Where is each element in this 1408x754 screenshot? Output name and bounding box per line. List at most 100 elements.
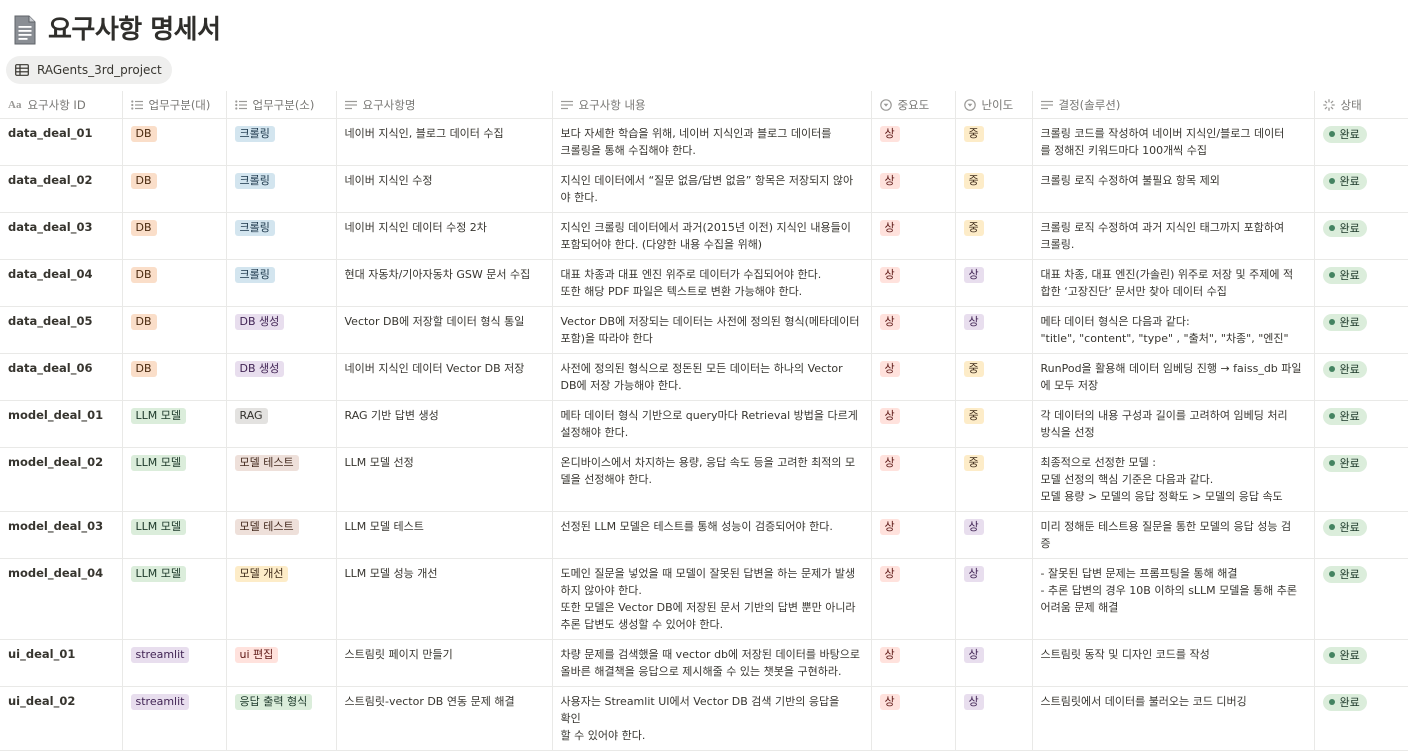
difficulty-cell[interactable]: 중 [955,400,1033,448]
requirement-content[interactable]: 선정된 LLM 모델은 테스트를 통해 성능이 검증되어야 한다. [552,511,872,559]
category-major-cell[interactable]: LLM 모델 [122,447,227,512]
category-major-cell[interactable]: LLM 모델 [122,511,227,559]
solution[interactable]: 각 데이터의 내용 구성과 길이를 고려하여 임베딩 처리 방식을 선정 [1032,400,1315,448]
category-minor-cell[interactable]: ui 편집 [226,639,337,687]
difficulty-cell[interactable]: 상 [955,511,1033,559]
table-row[interactable]: data_deal_02 DB 크롤링 네이버 지식인 수정 지식인 데이터에서 “질문… [0,165,1408,213]
solution[interactable]: RunPod을 활용해 데이터 임베딩 진행 → faiss_db 파일 에 모두… [1032,353,1315,401]
column-header-importance[interactable]: 중요도 [871,91,956,119]
requirement-id-cell[interactable]: ui_deal_02 [0,686,123,751]
column-header-solution[interactable]: 결정(솔루션) [1032,91,1315,119]
status-cell[interactable]: 완료 [1314,353,1408,401]
table-row[interactable]: ui_deal_02 streamlit 응답 출력 형식 스트림릿-vector D… [0,686,1408,751]
importance-cell[interactable]: 상 [871,353,956,401]
category-major-cell[interactable]: DB [122,118,227,166]
requirement-name-cell[interactable]: LLM 모델 선정 [336,447,553,512]
category-major-cell[interactable]: streamlit [122,686,227,751]
category-major-cell[interactable]: DB [122,306,227,354]
category-minor-cell[interactable]: 모델 개선 [226,558,337,640]
requirement-name-cell[interactable]: 네이버 지식인 데이터 수정 2차 [336,212,553,260]
solution[interactable]: 크롤링 로직 수정하여 불필요 항목 제외 [1032,165,1315,213]
requirement-content[interactable]: 메타 데이터 형식 기반으로 query마다 Retrieval 방법을 다르게… [552,400,872,448]
importance-cell[interactable]: 상 [871,447,956,512]
importance-cell[interactable]: 상 [871,165,956,213]
table-row[interactable]: data_deal_05 DB DB 생성 Vector DB에 저장할 데이터 형식… [0,306,1408,354]
difficulty-cell[interactable]: 상 [955,558,1033,640]
importance-cell[interactable]: 상 [871,558,956,640]
table-row[interactable]: model_deal_02 LLM 모델 모델 테스트 LLM 모델 선정 온디바이스에… [0,447,1408,512]
requirement-id-cell[interactable]: model_deal_02 [0,447,123,512]
category-minor-cell[interactable]: RAG [226,400,337,448]
requirement-id-cell[interactable]: data_deal_01 [0,118,123,166]
category-minor-cell[interactable]: 크롤링 [226,118,337,166]
table-row[interactable]: data_deal_06 DB DB 생성 네이버 지식인 데이터 Vector DB… [0,353,1408,401]
requirement-name-cell[interactable]: 스트림릿 페이지 만들기 [336,639,553,687]
importance-cell[interactable]: 상 [871,306,956,354]
importance-cell[interactable]: 상 [871,118,956,166]
solution[interactable]: 스트림릿 동작 및 디자인 코드를 작성 [1032,639,1315,687]
requirement-name-cell[interactable]: LLM 모델 성능 개선 [336,558,553,640]
requirement-id-cell[interactable]: data_deal_06 [0,353,123,401]
requirement-id-cell[interactable]: model_deal_01 [0,400,123,448]
status-cell[interactable]: 완료 [1314,118,1408,166]
table-row[interactable]: model_deal_03 LLM 모델 모델 테스트 LLM 모델 테스트 선정된 L… [0,511,1408,559]
column-header-requirement-name[interactable]: 요구사항명 [336,91,553,119]
table-row[interactable]: model_deal_04 LLM 모델 모델 개선 LLM 모델 성능 개선 도메인 … [0,558,1408,640]
difficulty-cell[interactable]: 중 [955,118,1033,166]
solution[interactable]: 크롤링 로직 수정하여 과거 지식인 태그까지 포함하여 크롤링. [1032,212,1315,260]
requirement-name-cell[interactable]: 네이버 지식인 수정 [336,165,553,213]
difficulty-cell[interactable]: 중 [955,212,1033,260]
category-minor-cell[interactable]: 크롤링 [226,165,337,213]
solution[interactable]: 스트림릿에서 데이터를 불러오는 코드 디버깅 [1032,686,1315,751]
difficulty-cell[interactable]: 상 [955,306,1033,354]
category-minor-cell[interactable]: DB 생성 [226,353,337,401]
difficulty-cell[interactable]: 중 [955,353,1033,401]
category-major-cell[interactable]: DB [122,353,227,401]
table-row[interactable]: data_deal_01 DB 크롤링 네이버 지식인, 블로그 데이터 수집 보다 자… [0,118,1408,166]
status-cell[interactable]: 완료 [1314,686,1408,751]
requirement-content[interactable]: 온디바이스에서 차지하는 용량, 응답 속도 등을 고려한 최적의 모 델을 선정… [552,447,872,512]
requirement-id-cell[interactable]: data_deal_02 [0,165,123,213]
status-cell[interactable]: 완료 [1314,400,1408,448]
category-minor-cell[interactable]: 모델 테스트 [226,511,337,559]
requirement-content[interactable]: 보다 자세한 학습을 위해, 네이버 지식인과 블로그 데이터를 크롤링을 통해 … [552,118,872,166]
solution[interactable]: 최종적으로 선정한 모델 : 모델 선정의 핵심 기준은 다음과 같다. 모델 용량… [1032,447,1315,512]
importance-cell[interactable]: 상 [871,686,956,751]
view-tab-table[interactable]: RAGents_3rd_project [6,56,172,84]
requirement-name-cell[interactable]: 스트림릿-vector DB 연동 문제 해결 [336,686,553,751]
requirement-name-cell[interactable]: 네이버 지식인, 블로그 데이터 수집 [336,118,553,166]
importance-cell[interactable]: 상 [871,511,956,559]
category-minor-cell[interactable]: 응답 출력 형식 [226,686,337,751]
requirement-name-cell[interactable]: 네이버 지식인 데이터 Vector DB 저장 [336,353,553,401]
category-minor-cell[interactable]: 크롤링 [226,212,337,260]
requirement-name-cell[interactable]: RAG 기반 답변 생성 [336,400,553,448]
category-major-cell[interactable]: streamlit [122,639,227,687]
requirement-id-cell[interactable]: data_deal_03 [0,212,123,260]
requirement-content[interactable]: 대표 차종과 대표 엔진 위주로 데이터가 수집되어야 한다. 또한 해당 PDF… [552,259,872,307]
column-header-id[interactable]: Aa 요구사항 ID [0,91,123,119]
solution[interactable]: 크롤링 코드를 작성하여 네이버 지식인/블로그 데이터 를 정해진 키워드마다 … [1032,118,1315,166]
difficulty-cell[interactable]: 중 [955,165,1033,213]
status-cell[interactable]: 완료 [1314,306,1408,354]
category-minor-cell[interactable]: 모델 테스트 [226,447,337,512]
status-cell[interactable]: 완료 [1314,558,1408,640]
requirement-content[interactable]: Vector DB에 저장되는 데이터는 사전에 정의된 형식(메타데이터 포함)… [552,306,872,354]
status-cell[interactable]: 완료 [1314,259,1408,307]
column-header-category-major[interactable]: 업무구분(대) [122,91,227,119]
importance-cell[interactable]: 상 [871,400,956,448]
requirement-id-cell[interactable]: model_deal_03 [0,511,123,559]
category-major-cell[interactable]: LLM 모델 [122,558,227,640]
importance-cell[interactable]: 상 [871,259,956,307]
difficulty-cell[interactable]: 중 [955,447,1033,512]
column-header-status[interactable]: 상태 [1314,91,1408,119]
table-row[interactable]: model_deal_01 LLM 모델 RAG RAG 기반 답변 생성 메타 데이터… [0,400,1408,448]
solution[interactable]: 메타 데이터 형식은 다음과 같다: "title", "content", "t… [1032,306,1315,354]
status-cell[interactable]: 완료 [1314,165,1408,213]
importance-cell[interactable]: 상 [871,212,956,260]
category-minor-cell[interactable]: DB 생성 [226,306,337,354]
difficulty-cell[interactable]: 상 [955,259,1033,307]
requirement-content[interactable]: 사전에 정의된 형식으로 정돈된 모든 데이터는 하나의 Vector DB에 저… [552,353,872,401]
solution[interactable]: 대표 차종, 대표 엔진(가솔린) 위주로 저장 및 주제에 적 합한 ‘고장진단… [1032,259,1315,307]
requirement-content[interactable]: 사용자는 Streamlit UI에서 Vector DB 검색 기반의 응답을… [552,686,872,751]
category-major-cell[interactable]: DB [122,165,227,213]
